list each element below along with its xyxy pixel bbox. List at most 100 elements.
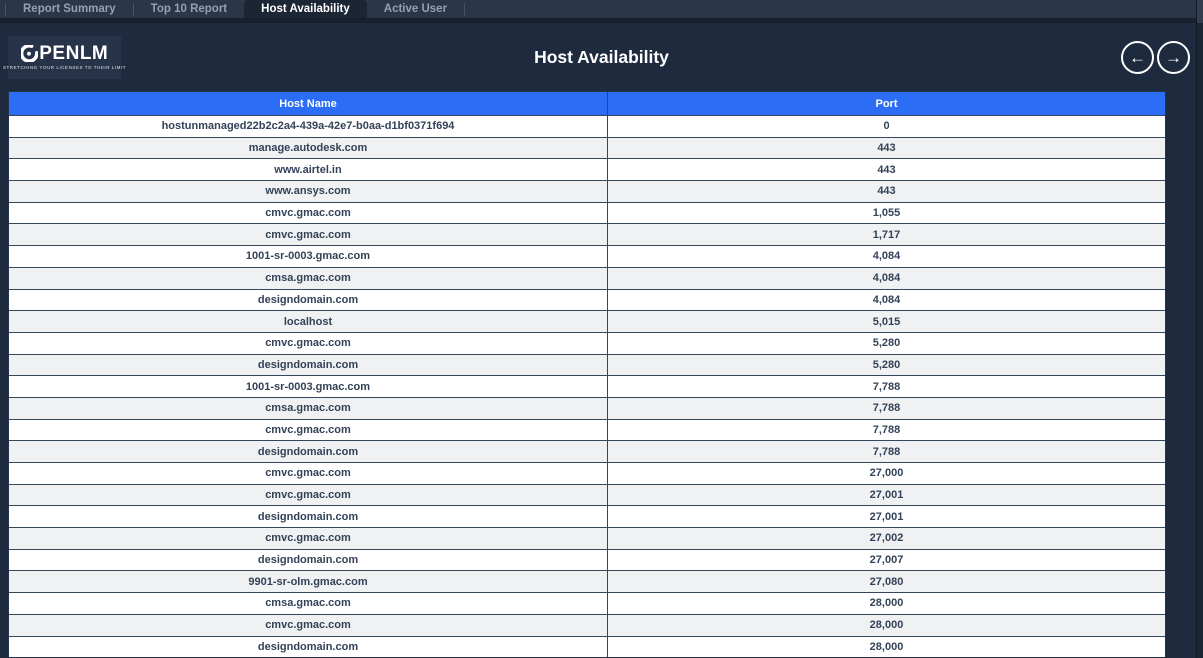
- table-row: cmsa.gmac.com4,084: [9, 267, 1165, 289]
- openlm-swirl-icon: [21, 45, 38, 62]
- report-header: OPENLM STRETCHING YOUR LICENSES TO THEIR…: [0, 23, 1203, 91]
- port-cell: 4,084: [608, 268, 1165, 289]
- port-cell: 443: [608, 181, 1165, 202]
- port-cell: 5,280: [608, 355, 1165, 376]
- table-row: 1001-sr-0003.gmac.com7,788: [9, 375, 1165, 397]
- table-row: cmvc.gmac.com27,001: [9, 484, 1165, 506]
- port-cell: 27,002: [608, 528, 1165, 549]
- host-name-cell: cmsa.gmac.com: [9, 268, 608, 289]
- table-row: designdomain.com7,788: [9, 440, 1165, 462]
- host-name-cell: cmvc.gmac.com: [9, 224, 608, 245]
- host-name-cell: cmvc.gmac.com: [9, 528, 608, 549]
- host-name-cell: cmsa.gmac.com: [9, 398, 608, 419]
- table-row: designdomain.com4,084: [9, 289, 1165, 311]
- host-name-cell: 1001-sr-0003.gmac.com: [9, 376, 608, 397]
- port-cell: 1,717: [608, 224, 1165, 245]
- column-header-port: Port: [608, 92, 1165, 115]
- table-row: cmsa.gmac.com7,788: [9, 397, 1165, 419]
- table-row: designdomain.com5,280: [9, 354, 1165, 376]
- table-row: 9901-sr-olm.gmac.com27,080: [9, 570, 1165, 592]
- tab-bar: Report SummaryTop 10 ReportHost Availabi…: [0, 0, 1203, 23]
- port-cell: 28,000: [608, 593, 1165, 614]
- port-cell: 28,000: [608, 615, 1165, 636]
- host-name-cell: cmsa.gmac.com: [9, 593, 608, 614]
- port-cell: 28,000: [608, 637, 1165, 658]
- table-row: hostunmanaged22b2c2a4-439a-42e7-b0aa-d1b…: [9, 115, 1165, 137]
- port-cell: 7,788: [608, 441, 1165, 462]
- host-name-cell: 9901-sr-olm.gmac.com: [9, 571, 608, 592]
- table-header-row: Host Name Port: [9, 92, 1165, 115]
- port-cell: 1,055: [608, 203, 1165, 224]
- host-name-cell: localhost: [9, 311, 608, 332]
- table-row: cmvc.gmac.com7,788: [9, 419, 1165, 441]
- table-row: cmvc.gmac.com1,717: [9, 223, 1165, 245]
- table-row: 1001-sr-0003.gmac.com4,084: [9, 245, 1165, 267]
- table-row: designdomain.com27,001: [9, 505, 1165, 527]
- port-cell: 5,280: [608, 333, 1165, 354]
- port-cell: 27,001: [608, 506, 1165, 527]
- host-name-cell: designdomain.com: [9, 355, 608, 376]
- table-row: cmsa.gmac.com28,000: [9, 592, 1165, 614]
- table-row: www.ansys.com443: [9, 180, 1165, 202]
- host-name-cell: cmvc.gmac.com: [9, 615, 608, 636]
- tab-host-availability[interactable]: Host Availability: [244, 0, 367, 18]
- port-cell: 4,084: [608, 246, 1165, 267]
- table-row: cmvc.gmac.com27,000: [9, 462, 1165, 484]
- table-row: manage.autodesk.com443: [9, 137, 1165, 159]
- scrollbar-top-cap: [1197, 0, 1203, 23]
- host-name-cell: www.airtel.in: [9, 159, 608, 180]
- port-cell: 27,080: [608, 571, 1165, 592]
- openlm-logo-row: OPENLM: [21, 44, 109, 63]
- host-name-cell: designdomain.com: [9, 290, 608, 311]
- next-page-button[interactable]: →: [1157, 41, 1190, 74]
- page-title: Host Availability: [0, 47, 1203, 68]
- port-cell: 7,788: [608, 376, 1165, 397]
- tab-divider: [464, 3, 465, 16]
- host-name-cell: designdomain.com: [9, 506, 608, 527]
- host-name-cell: hostunmanaged22b2c2a4-439a-42e7-b0aa-d1b…: [9, 116, 608, 137]
- host-name-cell: cmvc.gmac.com: [9, 203, 608, 224]
- table-row: designdomain.com27,007: [9, 549, 1165, 571]
- pagination-arrows: ← →: [1121, 41, 1190, 74]
- port-cell: 7,788: [608, 420, 1165, 441]
- column-header-host-name: Host Name: [9, 92, 608, 115]
- table-row: designdomain.com28,000: [9, 636, 1165, 658]
- prev-page-button[interactable]: ←: [1121, 41, 1154, 74]
- port-cell: 27,001: [608, 485, 1165, 506]
- table-row: cmvc.gmac.com27,002: [9, 527, 1165, 549]
- port-cell: 0: [608, 116, 1165, 137]
- host-name-cell: designdomain.com: [9, 441, 608, 462]
- table-row: cmvc.gmac.com1,055: [9, 202, 1165, 224]
- host-name-cell: manage.autodesk.com: [9, 138, 608, 159]
- logo-tagline: STRETCHING YOUR LICENSES TO THEIR LIMIT: [3, 65, 126, 70]
- host-name-cell: designdomain.com: [9, 550, 608, 571]
- host-name-cell: cmvc.gmac.com: [9, 485, 608, 506]
- tab-active-user[interactable]: Active User: [367, 0, 464, 18]
- table-row: www.airtel.in443: [9, 158, 1165, 180]
- openlm-logo: OPENLM STRETCHING YOUR LICENSES TO THEIR…: [8, 36, 121, 79]
- table-body: hostunmanaged22b2c2a4-439a-42e7-b0aa-d1b…: [9, 115, 1165, 657]
- host-name-cell: designdomain.com: [9, 637, 608, 658]
- port-cell: 27,007: [608, 550, 1165, 571]
- table-row: cmvc.gmac.com28,000: [9, 614, 1165, 636]
- left-arrow-icon: ←: [1129, 49, 1146, 66]
- host-name-cell: 1001-sr-0003.gmac.com: [9, 246, 608, 267]
- tab-top-10-report[interactable]: Top 10 Report: [134, 0, 244, 18]
- host-availability-table: Host Name Port hostunmanaged22b2c2a4-439…: [8, 91, 1166, 658]
- port-cell: 7,788: [608, 398, 1165, 419]
- port-cell: 27,000: [608, 463, 1165, 484]
- port-cell: 443: [608, 159, 1165, 180]
- logo-text: OPENLM: [39, 44, 109, 63]
- host-name-cell: cmvc.gmac.com: [9, 333, 608, 354]
- host-name-cell: cmvc.gmac.com: [9, 420, 608, 441]
- host-name-cell: www.ansys.com: [9, 181, 608, 202]
- port-cell: 443: [608, 138, 1165, 159]
- host-name-cell: cmvc.gmac.com: [9, 463, 608, 484]
- vertical-scrollbar[interactable]: [1196, 0, 1203, 658]
- right-arrow-icon: →: [1165, 49, 1182, 66]
- port-cell: 5,015: [608, 311, 1165, 332]
- table-row: localhost5,015: [9, 310, 1165, 332]
- table-row: cmvc.gmac.com5,280: [9, 332, 1165, 354]
- port-cell: 4,084: [608, 290, 1165, 311]
- tab-report-summary[interactable]: Report Summary: [6, 0, 133, 18]
